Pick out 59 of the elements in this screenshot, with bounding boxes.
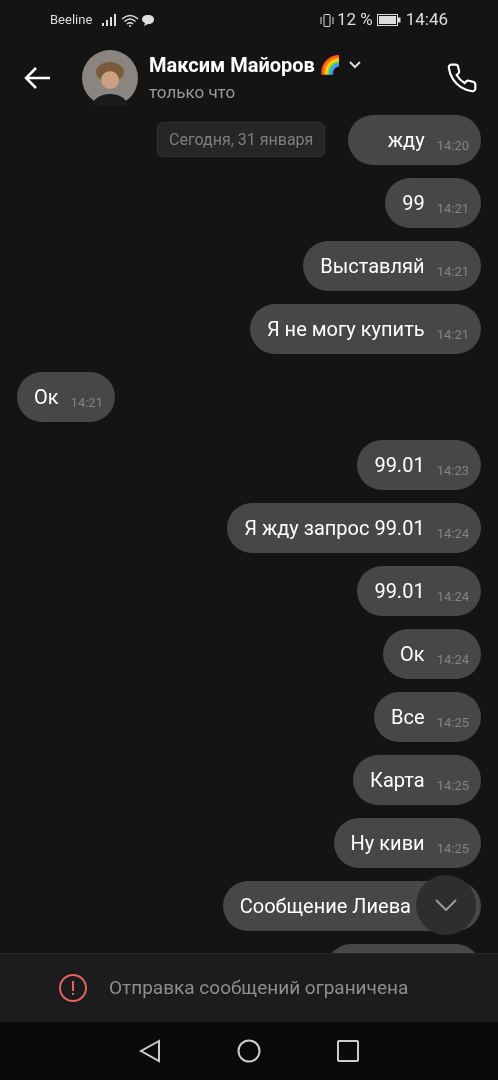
last-seen: только что (149, 80, 237, 104)
message-bubble[interactable]: Ну киви 14:25 (333, 818, 481, 868)
message-bubble[interactable]: 99.01 14:23 (357, 440, 481, 490)
message-time: 14:23 (436, 462, 469, 481)
message-time: 14:25 (436, 777, 469, 796)
message-time: 14:20 (436, 137, 469, 156)
battery-icon (376, 14, 401, 26)
rainbow-emoji: 🌈 (318, 53, 341, 78)
chevron-down-icon (435, 899, 457, 911)
contact-name[interactable]: Максим Майоров (149, 49, 315, 80)
message-bubble[interactable]: Выставляй 14:21 (303, 241, 481, 291)
message-bubble[interactable]: Ок 14:21 (17, 372, 115, 422)
message-bubble[interactable]: Я жду запрос 99.01 14:24 (227, 503, 481, 553)
message-bubble[interactable]: Карта 14:25 (353, 755, 481, 805)
nav-home-icon[interactable] (237, 1039, 261, 1063)
message-bubble[interactable]: 99.01 14:24 (357, 566, 481, 616)
message-time: 14:21 (70, 394, 103, 413)
message-text: 99 (402, 190, 425, 217)
message-text: Я не могу купить (266, 316, 425, 343)
nav-recents-icon[interactable] (337, 1040, 359, 1062)
message-text: Выставляй (320, 253, 425, 280)
message-bubble[interactable]: Все 14:25 (374, 692, 481, 742)
signal-icon (102, 14, 119, 26)
carrier-name: Beeline (50, 11, 93, 30)
message-text: Ок (400, 641, 425, 668)
message-time: 14:21 (436, 326, 469, 345)
message-bubble[interactable]: Я не могу купить 14:21 (249, 304, 481, 354)
battery-percent: 12 % (336, 8, 373, 32)
message-text: Карта (370, 767, 425, 794)
message-text: Ну киви (350, 830, 425, 857)
message-text: Я жду запрос 99.01 (244, 515, 425, 542)
message-text: Сообщение Лиева (239, 893, 411, 920)
chat-icon (142, 14, 155, 26)
warning-icon (58, 973, 88, 1003)
phone-icon[interactable] (446, 61, 478, 94)
message-time: 14:24 (436, 651, 469, 670)
message-text: 99.01 (374, 452, 425, 479)
message-text: Все (391, 704, 425, 731)
wifi-icon (121, 13, 140, 27)
message-time: 14:24 (436, 525, 469, 544)
message-time: 14:21 (436, 200, 469, 219)
message-bubble[interactable]: Ок 14:24 (383, 629, 481, 679)
restriction-notice: Отправка сообщений ограничена (109, 974, 409, 1001)
message-bubble[interactable]: жду 14:20 (347, 115, 481, 165)
message-bubble[interactable]: 99 14:21 (385, 178, 481, 228)
message-text: жду (387, 127, 425, 154)
chevron-down-icon[interactable] (348, 60, 361, 69)
message-time: 14:21 (436, 263, 469, 282)
message-time: 14:25 (436, 714, 469, 733)
clock: 14:46 (405, 8, 448, 32)
back-icon[interactable] (24, 65, 52, 90)
vibrate-icon (319, 13, 334, 27)
message-time: 14:24 (436, 588, 469, 607)
date-pill: Сегодня, 31 января (157, 122, 326, 157)
message-time: 14:25 (436, 840, 469, 859)
message-text: Ок (34, 384, 59, 411)
message-text: 99.01 (374, 578, 425, 605)
nav-back-icon[interactable] (139, 1039, 161, 1063)
avatar[interactable] (82, 49, 138, 106)
